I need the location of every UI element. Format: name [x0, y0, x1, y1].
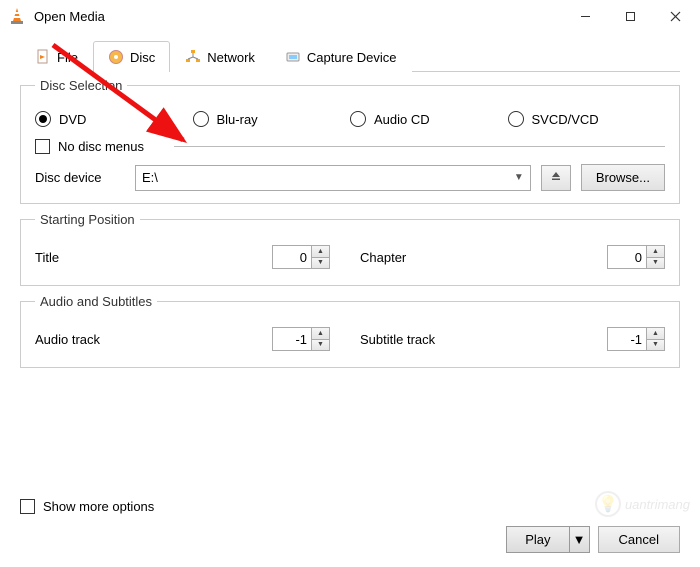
subtitle-track-spinner[interactable]: ▲▼: [607, 327, 665, 351]
close-button[interactable]: [653, 1, 698, 31]
eject-button[interactable]: [541, 165, 571, 191]
spin-up-icon[interactable]: ▲: [312, 328, 329, 340]
subtitle-track-value[interactable]: [608, 328, 646, 350]
no-disc-menus-label: No disc menus: [58, 139, 144, 154]
cancel-label: Cancel: [619, 532, 659, 547]
minimize-button[interactable]: [563, 1, 608, 31]
disc-device-combo[interactable]: E:\ ▼: [135, 165, 531, 191]
capture-icon: [285, 49, 301, 65]
audio-track-label: Audio track: [35, 332, 135, 347]
chevron-down-icon: ▼: [514, 172, 524, 183]
vlc-logo-icon: [8, 7, 26, 25]
network-icon: [185, 49, 201, 65]
audio-track-spinner[interactable]: ▲▼: [272, 327, 330, 351]
browse-label: Browse...: [596, 170, 650, 185]
audio-subtitles-group: Audio and Subtitles Audio track ▲▼ Subti…: [20, 294, 680, 368]
disc-icon: [108, 49, 124, 65]
no-disc-menus-checkbox[interactable]: No disc menus: [35, 139, 144, 154]
file-icon: [35, 49, 51, 65]
tab-network-label: Network: [207, 50, 255, 65]
radio-dvd-label: DVD: [59, 112, 86, 127]
play-dropdown-button[interactable]: ▼: [570, 526, 590, 553]
play-button[interactable]: Play: [506, 526, 569, 553]
title-label: Title: [35, 250, 135, 265]
show-more-label: Show more options: [43, 499, 154, 514]
radio-svcd-label: SVCD/VCD: [532, 112, 599, 127]
tab-capture[interactable]: Capture Device: [270, 41, 412, 72]
subtitle-track-label: Subtitle track: [360, 332, 470, 347]
spin-up-icon[interactable]: ▲: [647, 246, 664, 258]
title-value[interactable]: [273, 246, 311, 268]
spin-down-icon[interactable]: ▼: [312, 340, 329, 351]
tab-file-label: File: [57, 50, 78, 65]
tab-bar: File Disc Network Capture Device: [20, 40, 680, 72]
radio-svcd[interactable]: SVCD/VCD: [508, 111, 666, 127]
chapter-value[interactable]: [608, 246, 646, 268]
audio-track-value[interactable]: [273, 328, 311, 350]
radio-circle-icon: [193, 111, 209, 127]
checkbox-icon: [35, 139, 50, 154]
eject-icon: [550, 170, 562, 185]
spin-down-icon[interactable]: ▼: [312, 258, 329, 269]
spin-up-icon[interactable]: ▲: [312, 246, 329, 258]
divider: [174, 146, 665, 147]
radio-bluray[interactable]: Blu-ray: [193, 111, 351, 127]
cancel-button[interactable]: Cancel: [598, 526, 680, 553]
spin-up-icon[interactable]: ▲: [647, 328, 664, 340]
radio-bluray-label: Blu-ray: [217, 112, 258, 127]
spin-down-icon[interactable]: ▼: [647, 340, 664, 351]
radio-audiocd[interactable]: Audio CD: [350, 111, 508, 127]
dialog-footer: Show more options Play ▼ Cancel: [20, 499, 680, 553]
title-spinner[interactable]: ▲▼: [272, 245, 330, 269]
chapter-label: Chapter: [360, 250, 470, 265]
tab-disc[interactable]: Disc: [93, 41, 170, 72]
radio-audiocd-label: Audio CD: [374, 112, 430, 127]
disc-selection-legend: Disc Selection: [35, 78, 127, 93]
chapter-spinner[interactable]: ▲▼: [607, 245, 665, 269]
checkbox-icon: [20, 499, 35, 514]
disc-device-label: Disc device: [35, 170, 125, 185]
disc-device-value: E:\: [142, 170, 158, 185]
radio-dot-icon: [35, 111, 51, 127]
titlebar: Open Media: [0, 0, 700, 32]
audio-subtitles-legend: Audio and Subtitles: [35, 294, 157, 309]
play-split-button[interactable]: Play ▼: [506, 526, 589, 553]
radio-circle-icon: [508, 111, 524, 127]
window-title: Open Media: [34, 9, 563, 24]
tab-network[interactable]: Network: [170, 41, 270, 72]
chevron-down-icon: ▼: [573, 532, 586, 547]
radio-dvd[interactable]: DVD: [35, 111, 193, 127]
radio-circle-icon: [350, 111, 366, 127]
maximize-button[interactable]: [608, 1, 653, 31]
spin-down-icon[interactable]: ▼: [647, 258, 664, 269]
show-more-options-checkbox[interactable]: Show more options: [20, 499, 154, 514]
disc-selection-group: Disc Selection DVD Blu-ray Audio CD SVCD…: [20, 78, 680, 204]
starting-position-group: Starting Position Title ▲▼ Chapter ▲▼: [20, 212, 680, 286]
tab-disc-label: Disc: [130, 50, 155, 65]
tab-capture-label: Capture Device: [307, 50, 397, 65]
browse-button[interactable]: Browse...: [581, 164, 665, 191]
starting-position-legend: Starting Position: [35, 212, 140, 227]
tab-file[interactable]: File: [20, 41, 93, 72]
